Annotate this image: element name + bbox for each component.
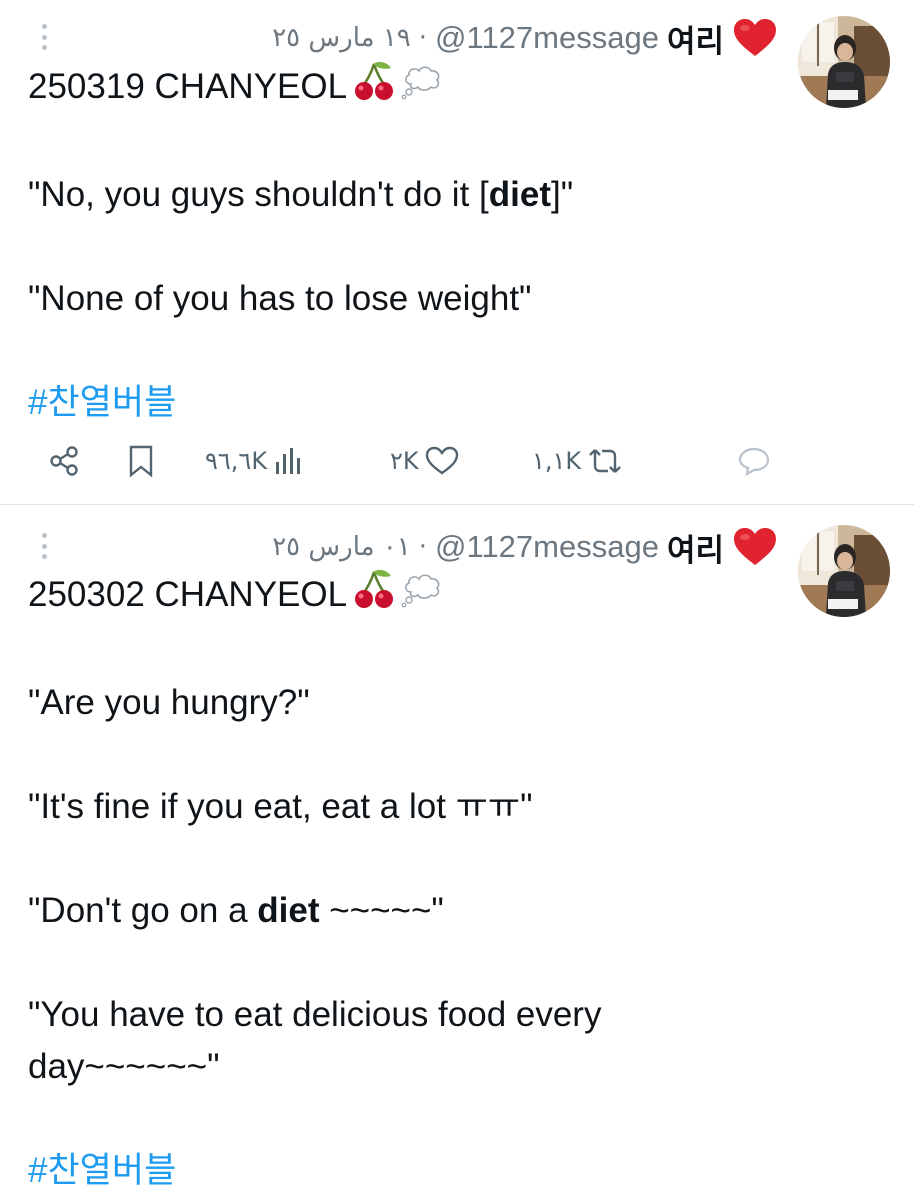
avatar[interactable] [798, 525, 890, 617]
hashtag-link[interactable]: #찬열버블 [28, 1151, 176, 1190]
tweet[interactable]: ٠١ مارس ٢٥ · @1127message 여리 250302 CHAN… [0, 505, 914, 1200]
tweet-line: "Are you hungry?" [28, 683, 310, 722]
views-button[interactable]: ٩٦,٦K [205, 436, 303, 486]
tweet-line: day~~~~~~" [28, 1047, 220, 1086]
tweet-line: "You have to eat delicious food every [28, 995, 602, 1034]
user-handle[interactable]: @1127message [435, 529, 659, 565]
retweets-count: ١,١K [532, 447, 582, 475]
tweet[interactable]: ١٩ مارس ٢٥ · @1127message 여리 250319 CHAN… [0, 0, 914, 505]
tweet-body: 250319 CHANYEOL "No, you guys shouldn't … [28, 60, 708, 429]
tweet-title: 250302 CHANYEOL [28, 568, 708, 625]
tweet-date[interactable]: ١٩ مارس ٢٥ [272, 23, 411, 53]
tweet-line: "It's fine if you eat, eat a lot ㅠㅠ" [28, 787, 533, 826]
thought-balloon-emoji [401, 571, 443, 623]
retweet-button[interactable]: ١,١K [532, 436, 623, 486]
tweet-title: 250319 CHANYEOL [28, 60, 708, 117]
bookmark-button[interactable] [126, 436, 156, 486]
more-vertical-icon[interactable] [36, 531, 52, 561]
hashtag-link[interactable]: #찬열버블 [28, 383, 176, 422]
likes-count: ٢K [390, 447, 419, 475]
cherries-emoji [353, 60, 395, 117]
red-heart-emoji [734, 528, 776, 565]
analytics-icon [276, 448, 301, 474]
retweet-icon [589, 449, 622, 473]
avatar[interactable] [798, 16, 890, 108]
share-button[interactable] [48, 436, 80, 486]
more-vertical-icon[interactable] [36, 22, 52, 52]
heart-icon [425, 446, 458, 475]
tweet-body: 250302 CHANYEOL "Are you hungry?" "It's … [28, 568, 708, 1197]
separator-dot: · [418, 532, 428, 562]
bookmark-icon [129, 445, 153, 478]
like-button[interactable]: ٢K [390, 436, 459, 486]
action-bar: ٩٦,٦K ٢K ١,١K [0, 436, 914, 486]
user-handle[interactable]: @1127message [435, 20, 659, 56]
tweet-line: "No, you guys shouldn't do it [diet]" [28, 175, 574, 214]
reply-icon [738, 447, 770, 476]
reply-button[interactable] [738, 436, 770, 486]
display-name[interactable]: 여리 [667, 16, 724, 61]
share-icon [50, 446, 78, 476]
red-heart-emoji [734, 19, 776, 56]
tweet-header: ١٩ مارس ٢٥ · @1127message 여리 [272, 16, 778, 60]
display-name[interactable]: 여리 [667, 525, 724, 570]
views-count: ٩٦,٦K [205, 447, 268, 475]
cherries-emoji [353, 568, 395, 625]
tweet-header: ٠١ مارس ٢٥ · @1127message 여리 [272, 525, 778, 569]
separator-dot: · [418, 23, 428, 53]
tweet-line: "Don't go on a diet ~~~~~" [28, 891, 444, 930]
thought-balloon-emoji [401, 63, 443, 115]
tweet-date[interactable]: ٠١ مارس ٢٥ [272, 532, 411, 562]
tweet-line: "None of you has to lose weight" [28, 279, 532, 318]
